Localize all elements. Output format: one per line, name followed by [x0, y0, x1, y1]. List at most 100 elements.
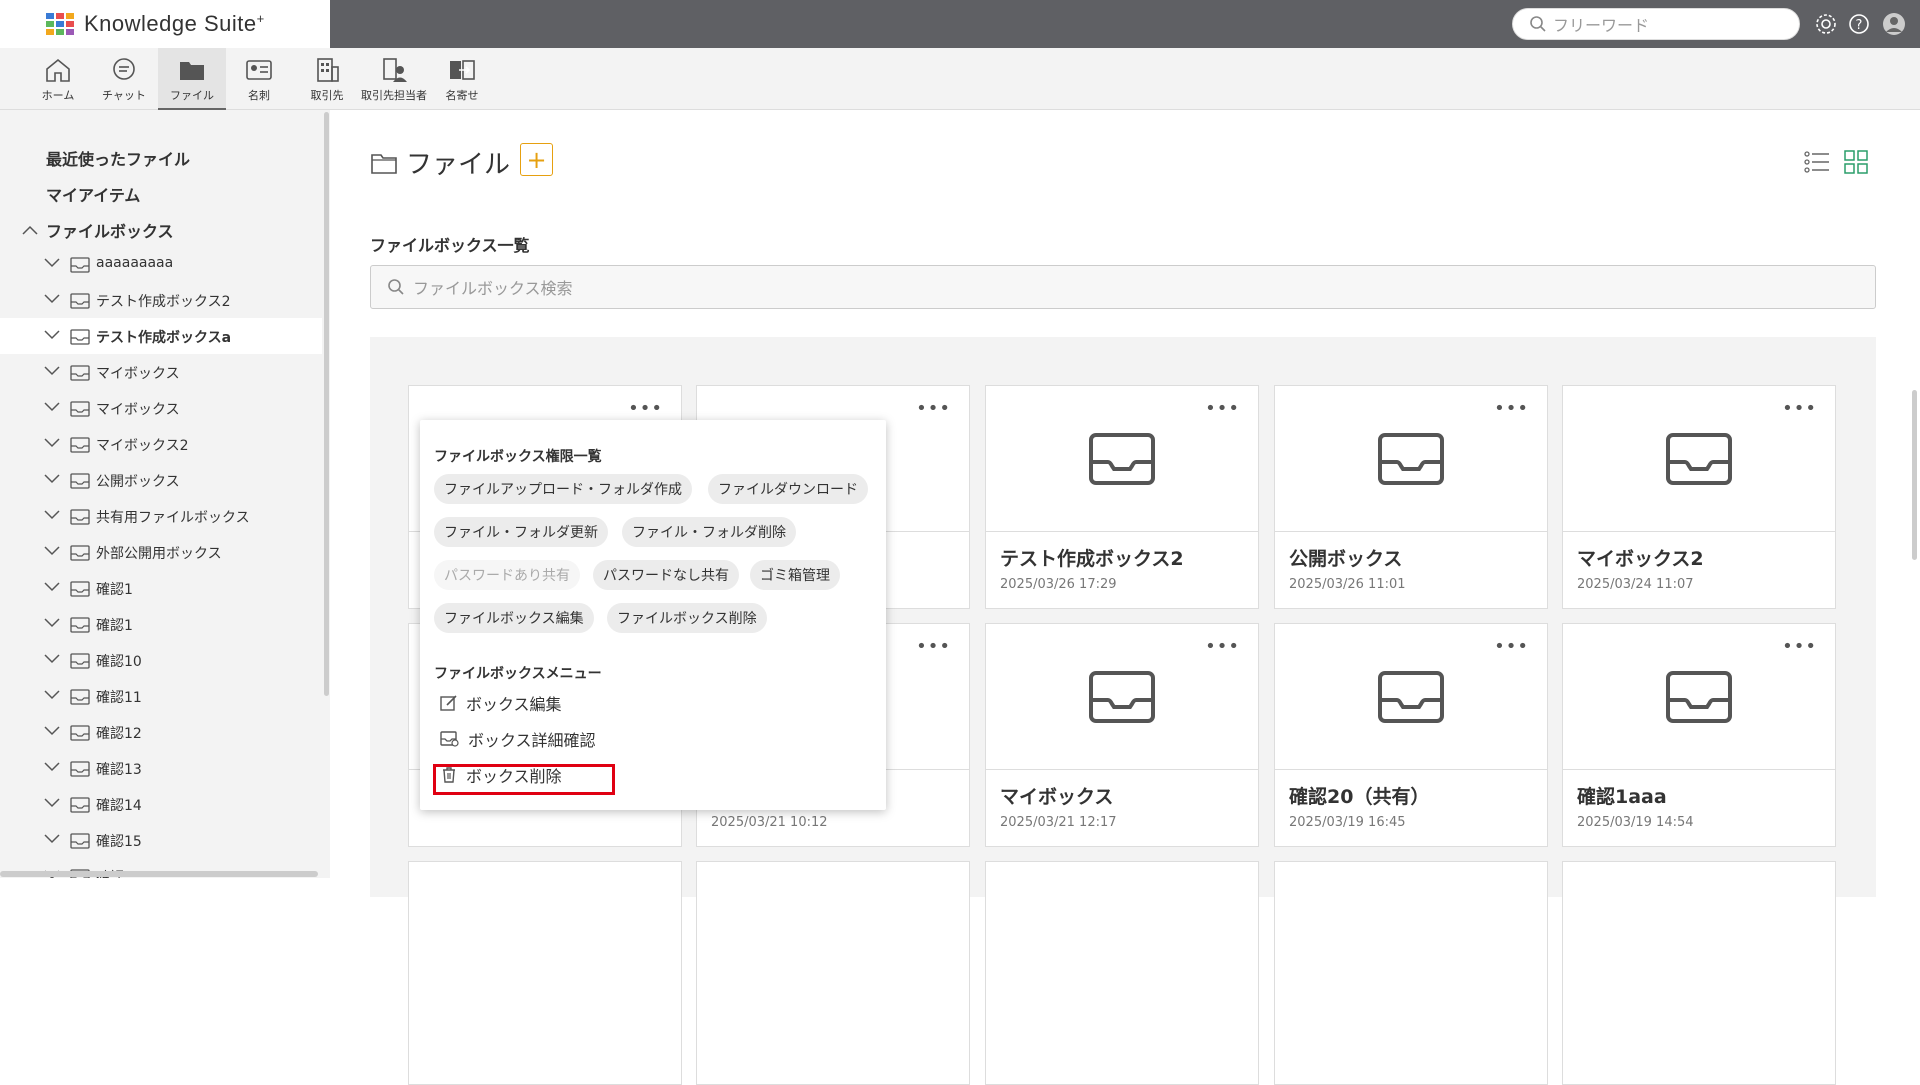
inbox-icon	[1089, 432, 1155, 485]
chevron-down-icon[interactable]	[44, 329, 60, 341]
more-menu-icon[interactable]: •••	[1782, 636, 1817, 657]
nav-merge[interactable]: 名寄せ	[428, 48, 496, 110]
chevron-down-icon[interactable]	[44, 473, 60, 485]
chevron-down-icon[interactable]	[44, 581, 60, 593]
avatar[interactable]	[1882, 12, 1906, 36]
chevron-down-icon[interactable]	[44, 257, 60, 269]
filebox-card[interactable]: ••• 公開ボックス 2025/03/26 11:01	[1274, 385, 1548, 609]
filebox-card[interactable]	[1274, 861, 1548, 1085]
sidebar-recent-files[interactable]: 最近使ったファイル	[46, 146, 190, 170]
sidebar-item[interactable]: 公開ボックス	[0, 462, 322, 498]
more-menu-icon[interactable]: •••	[1205, 398, 1240, 419]
nav-home[interactable]: ホーム	[24, 48, 92, 110]
more-menu-icon[interactable]: •••	[916, 398, 951, 419]
app-logo[interactable]: Knowledge Suite+	[0, 0, 330, 48]
more-menu-icon[interactable]: •••	[1494, 636, 1529, 657]
filebox-icon	[70, 509, 90, 525]
nav-account[interactable]: 取引先	[293, 48, 361, 110]
help-icon[interactable]: ?	[1847, 12, 1871, 36]
filebox-card[interactable]	[985, 861, 1259, 1085]
sidebar-item-label: aaaaaaaaa	[96, 255, 174, 271]
main-scrollbar[interactable]	[1912, 390, 1917, 560]
grid-view-icon[interactable]	[1844, 150, 1868, 174]
permission-chip: ファイルボックス削除	[607, 603, 767, 633]
filebox-card[interactable]: ••• マイボックス2 2025/03/24 11:07	[1562, 385, 1836, 609]
sidebar-horizontal-scrollbar[interactable]	[0, 871, 318, 877]
sidebar-item-label: マイボックス2	[96, 438, 189, 454]
sidebar-item[interactable]: テスト作成ボックスa	[0, 318, 322, 354]
filebox-icon	[70, 617, 90, 633]
sidebar-item[interactable]: 確認10	[0, 642, 322, 678]
search-placeholder: フリーワード	[1553, 16, 1650, 35]
sidebar-item[interactable]: 外部公開用ボックス	[0, 534, 322, 570]
gear-icon[interactable]	[1814, 12, 1838, 36]
page-title-text: ファイル	[406, 150, 511, 180]
sidebar-item[interactable]: 確認15	[0, 822, 322, 858]
chevron-down-icon[interactable]	[44, 761, 60, 773]
nav-contact[interactable]: 取引先担当者	[360, 48, 428, 110]
sidebar-item[interactable]: 確認1	[0, 570, 322, 606]
nav-label: 名刺	[248, 89, 270, 102]
sidebar-item[interactable]: 確認12	[0, 714, 322, 750]
sidebar-item-label: 確認15	[96, 834, 142, 850]
filebox-card[interactable]	[1562, 861, 1836, 1085]
box-detail-menu-item[interactable]: ボックス詳細確認	[440, 724, 596, 754]
sidebar-item[interactable]: テスト作成ボックス2	[0, 282, 322, 318]
freeword-search-input[interactable]: フリーワード	[1512, 8, 1800, 40]
card-meta: 公開ボックス 2025/03/26 11:01	[1275, 531, 1547, 609]
sidebar-item[interactable]: 確認13	[0, 750, 322, 786]
sidebar-item[interactable]: 確認1	[0, 606, 322, 642]
nav-chat[interactable]: チャット	[90, 48, 158, 110]
sidebar-item[interactable]: aaaaaaaaa	[0, 246, 322, 282]
filebox-context-menu: ファイルボックス権限一覧 ファイルアップロード・フォルダ作成 ファイルダウンロー…	[420, 420, 886, 810]
nav-label: ファイル	[170, 89, 214, 102]
filebox-card[interactable]	[696, 861, 970, 1085]
add-button[interactable]: +	[520, 143, 553, 176]
sidebar-my-items[interactable]: マイアイテム	[46, 182, 140, 206]
chevron-down-icon[interactable]	[44, 545, 60, 557]
filebox-card[interactable]: ••• マイボックス 2025/03/21 12:17	[985, 623, 1259, 847]
sidebar-item[interactable]: マイボックス	[0, 354, 322, 390]
more-menu-icon[interactable]: •••	[916, 636, 951, 657]
more-menu-icon[interactable]: •••	[1782, 398, 1817, 419]
sidebar-item[interactable]: マイボックス	[0, 390, 322, 426]
filebox-icon	[70, 365, 90, 381]
chevron-down-icon[interactable]	[44, 293, 60, 305]
filebox-icon	[70, 401, 90, 417]
chevron-down-icon[interactable]	[44, 365, 60, 377]
chevron-down-icon[interactable]	[44, 725, 60, 737]
chevron-down-icon[interactable]	[44, 437, 60, 449]
home-icon	[46, 58, 70, 82]
chevron-down-icon[interactable]	[44, 689, 60, 701]
filebox-card[interactable]: ••• 確認20（共有） 2025/03/19 16:45	[1274, 623, 1548, 847]
filebox-icon	[70, 473, 90, 489]
chevron-down-icon[interactable]	[44, 833, 60, 845]
sidebar-item[interactable]: 確認14	[0, 786, 322, 822]
chevron-down-icon[interactable]	[44, 401, 60, 413]
sidebar-item[interactable]: 確認11	[0, 678, 322, 714]
box-edit-menu-item[interactable]: ボックス編集	[440, 688, 562, 718]
filebox-card[interactable]: ••• テスト作成ボックス2 2025/03/26 17:29	[985, 385, 1259, 609]
chevron-up-icon	[22, 225, 38, 235]
sidebar-item[interactable]: 共有用ファイルボックス	[0, 498, 322, 534]
more-menu-icon[interactable]: •••	[628, 398, 663, 419]
more-menu-icon[interactable]: •••	[1494, 398, 1529, 419]
chevron-down-icon[interactable]	[44, 617, 60, 629]
more-menu-icon[interactable]: •••	[1205, 636, 1240, 657]
contact-person-icon	[383, 58, 407, 82]
chevron-down-icon[interactable]	[44, 653, 60, 665]
chevron-down-icon[interactable]	[44, 797, 60, 809]
nav-business-card[interactable]: 名刺	[225, 48, 293, 110]
filebox-search-input[interactable]: ファイルボックス検索	[370, 265, 1876, 309]
filebox-card[interactable]	[408, 861, 682, 1085]
nav-file[interactable]: ファイル	[158, 48, 226, 110]
nav-label: 取引先	[310, 89, 344, 102]
filebox-card[interactable]: ••• 確認1aaa 2025/03/19 14:54	[1562, 623, 1836, 847]
chevron-down-icon[interactable]	[44, 509, 60, 521]
app-title: Knowledge Suite+	[84, 11, 265, 36]
sidebar-item[interactable]: マイボックス2	[0, 426, 322, 462]
list-view-icon[interactable]	[1804, 150, 1830, 174]
sidebar-scrollbar[interactable]	[324, 112, 329, 696]
sidebar-filebox[interactable]: ファイルボックス	[22, 218, 174, 242]
card-meta: マイボックス2 2025/03/24 11:07	[1563, 531, 1835, 609]
